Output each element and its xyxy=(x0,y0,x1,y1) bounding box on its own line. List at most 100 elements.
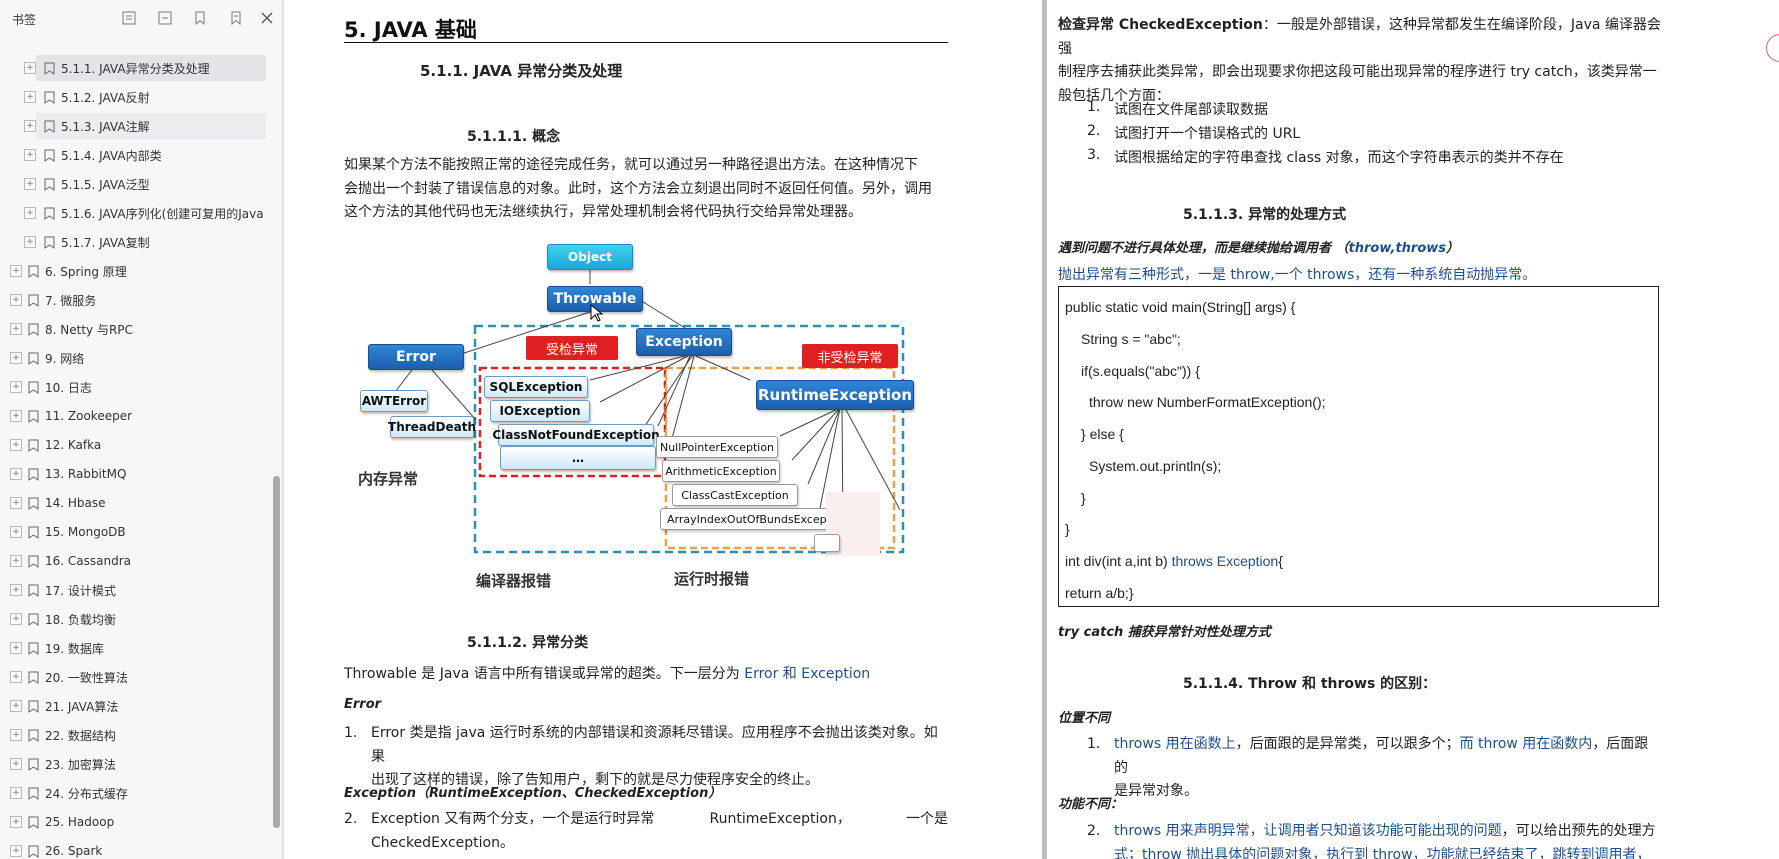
expand-toggle-icon[interactable]: + xyxy=(10,323,22,335)
bookmark-icon xyxy=(28,584,39,597)
truncated-node xyxy=(814,534,840,552)
expand-toggle-icon[interactable]: + xyxy=(10,555,22,567)
expand-toggle-icon[interactable]: + xyxy=(10,845,22,857)
expand-toggle-icon[interactable]: + xyxy=(24,120,36,132)
arrayindex-node: ArrayIndexOutOfBundsExcep xyxy=(660,508,828,530)
bookmark-item[interactable]: +14. Hbase xyxy=(0,490,250,516)
exception-description: Exception 又有两个分支，一个是运行时异常 RuntimeExceptio… xyxy=(371,808,948,855)
expand-toggle-icon[interactable]: + xyxy=(24,91,36,103)
bookmark-item[interactable]: +17. 设计模式 xyxy=(0,577,250,603)
text-part: Exception 又有两个分支，一个是运行时异常 xyxy=(371,811,655,827)
checked-tag: 受检异常 xyxy=(526,336,618,360)
bookmark-item[interactable]: +10. 日志 xyxy=(0,374,250,400)
bookmark-item[interactable]: +19. 数据库 xyxy=(0,635,250,661)
bookmark-item[interactable]: +6. Spring 原理 xyxy=(0,258,250,284)
expand-toggle-icon[interactable]: + xyxy=(10,410,22,422)
intro-text: Throwable 是 Java 语言中所有错误或异常的超类。下一层分为 xyxy=(344,666,745,682)
bookmark-item[interactable]: +5.1.6. JAVA序列化(创建可复用的Java xyxy=(24,200,266,226)
bookmark-item[interactable]: +5.1.2. JAVA反射 xyxy=(24,84,266,110)
bookmark-item[interactable]: +18. 负载均衡 xyxy=(0,606,250,632)
object-node: Object xyxy=(547,244,633,270)
bookmark-item[interactable]: +23. 加密算法 xyxy=(0,751,250,777)
bookmark-item[interactable]: +5.1.4. JAVA内部类 xyxy=(24,142,266,168)
expand-toggle-icon[interactable]: + xyxy=(10,758,22,770)
page-left: 5. JAVA 基础 5.1.1. JAVA 异常分类及处理 5.1.1.1. … xyxy=(284,0,1042,859)
exception-label: Exception（RuntimeException、CheckedExcept… xyxy=(344,786,722,801)
expand-toggle-icon[interactable]: + xyxy=(10,294,22,306)
expand-toggle-icon[interactable]: + xyxy=(24,207,36,219)
expand-toggle-icon[interactable]: + xyxy=(10,526,22,538)
expand-toggle-icon[interactable]: + xyxy=(10,642,22,654)
bookmark-label: 18. 负载均衡 xyxy=(45,612,116,627)
expand-toggle-icon[interactable]: + xyxy=(10,381,22,393)
add-bookmark-icon[interactable] xyxy=(190,8,210,28)
expand-toggle-icon[interactable]: + xyxy=(10,265,22,277)
close-icon[interactable] xyxy=(257,8,277,28)
bookmark-item[interactable]: +13. RabbitMQ xyxy=(0,461,250,487)
bookmark-item[interactable]: +5.1.7. JAVA复制 xyxy=(24,229,266,255)
bookmark-item[interactable]: +5.1.1. JAVA异常分类及处理 xyxy=(24,55,266,81)
bookmark-item[interactable]: +15. MongoDB xyxy=(0,519,250,545)
expand-toggle-icon[interactable]: + xyxy=(10,584,22,596)
expand-toggle-icon[interactable]: + xyxy=(24,149,36,161)
collapse-all-icon[interactable] xyxy=(155,8,175,28)
bookmark-item[interactable]: +20. 一致性算法 xyxy=(0,664,250,690)
bookmark-label: 6. Spring 原理 xyxy=(45,264,127,279)
runtime-error-label: 运行时报错 xyxy=(674,570,750,588)
bookmark-item[interactable]: +8. Netty 与RPC xyxy=(0,316,250,342)
code-line: } else { xyxy=(1081,426,1124,442)
expand-toggle-icon[interactable]: + xyxy=(24,236,36,248)
text-line: 这个方法的其他代码也无法继续执行，异常处理机制会将代码执行交给异常处理器。 xyxy=(344,204,862,220)
bookmark-item[interactable]: +16. Cassandra xyxy=(0,548,250,574)
pdf-reader-app: 书签 +5.1.1. JAVA异常分类及处理 +5.1.2. JAVA反射 +5.1… xyxy=(0,0,1779,859)
expand-toggle-icon[interactable]: + xyxy=(10,671,22,683)
delete-bookmark-icon[interactable] xyxy=(226,8,246,28)
text-line: throws 用来声明异常，让调用者只知道该功能可能出现的问题，可以给出预先的处… xyxy=(1114,820,1662,844)
bookmark-icon xyxy=(28,497,39,510)
expand-all-icon[interactable] xyxy=(119,8,139,28)
bookmark-item[interactable]: +12. Kafka xyxy=(0,432,250,458)
bookmark-item[interactable]: +7. 微服务 xyxy=(0,287,250,313)
bookmark-item[interactable]: +5.1.3. JAVA注解 xyxy=(24,113,266,139)
try-catch-note: try catch 捕获异常针对性处理方式 xyxy=(1058,625,1271,640)
expand-toggle-icon[interactable]: + xyxy=(10,787,22,799)
list-number: 2. xyxy=(1087,123,1101,139)
code-part: throws Exception xyxy=(1171,553,1279,569)
bookmark-icon xyxy=(28,671,39,684)
expand-toggle-icon[interactable]: + xyxy=(10,497,22,509)
position-label: 位置不同 xyxy=(1058,711,1111,726)
expand-toggle-icon[interactable]: + xyxy=(10,729,22,741)
bookmark-icon xyxy=(28,758,39,771)
exception-hierarchy-diagram: Object Throwable Error Exception Runtime… xyxy=(340,240,960,600)
floating-side-tab[interactable] xyxy=(1766,34,1779,62)
bookmark-item[interactable]: +11. Zookeeper xyxy=(0,403,250,429)
sidebar-scrollbar-thumb[interactable] xyxy=(273,476,280,828)
bookmark-item[interactable]: +21. JAVA算法 xyxy=(0,693,250,719)
bookmark-item[interactable]: +26. Spark xyxy=(0,838,250,859)
expand-toggle-icon[interactable]: + xyxy=(10,700,22,712)
expand-toggle-icon[interactable]: + xyxy=(10,816,22,828)
unchecked-tag: 非受检异常 xyxy=(802,344,898,368)
bookmark-label: 8. Netty 与RPC xyxy=(45,322,133,337)
sidebar-title: 书签 xyxy=(12,13,37,27)
code-part: { xyxy=(1278,553,1283,569)
bookmark-icon xyxy=(44,62,55,75)
code-line: } xyxy=(1065,521,1070,537)
bookmark-label: 17. 设计模式 xyxy=(45,583,116,598)
bookmark-item[interactable]: +22. 数据结构 xyxy=(0,722,250,748)
bookmark-item[interactable]: +24. 分布式缓存 xyxy=(0,780,250,806)
bookmark-item[interactable]: +5.1.5. JAVA泛型 xyxy=(24,171,266,197)
expand-toggle-icon[interactable]: + xyxy=(10,468,22,480)
function-description: throws 用来声明异常，让调用者只知道该功能可能出现的问题，可以给出预先的处… xyxy=(1114,820,1662,859)
expand-toggle-icon[interactable]: + xyxy=(10,352,22,364)
expand-toggle-icon[interactable]: + xyxy=(24,178,36,190)
text-line: 是异常对象。 xyxy=(1114,783,1198,799)
bookmark-item[interactable]: +9. 网络 xyxy=(0,345,250,371)
bookmark-item[interactable]: +25. Hadoop xyxy=(0,809,250,835)
bookmark-icon xyxy=(28,265,39,278)
expand-toggle-icon[interactable]: + xyxy=(10,439,22,451)
expand-toggle-icon[interactable]: + xyxy=(24,62,36,74)
error-label: Error xyxy=(344,697,382,712)
mouse-cursor-icon xyxy=(590,304,604,322)
expand-toggle-icon[interactable]: + xyxy=(10,613,22,625)
